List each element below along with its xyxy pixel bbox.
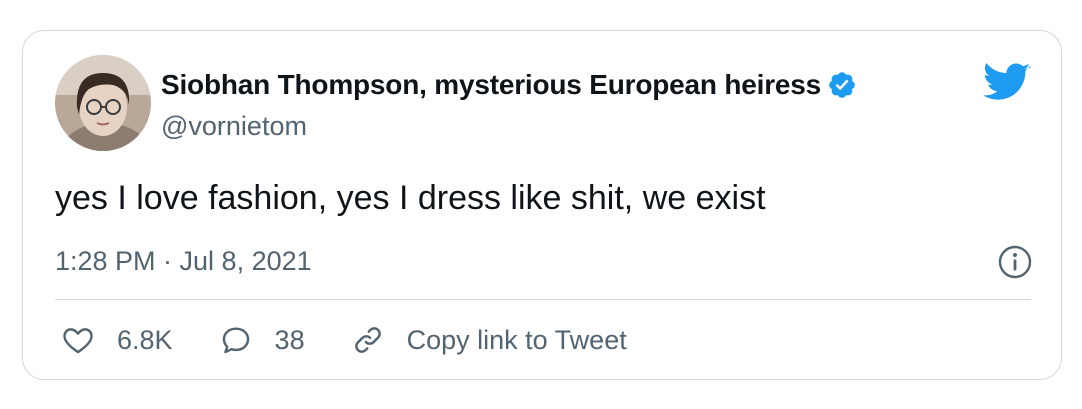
twitter-bird-icon[interactable]: [983, 63, 1031, 103]
info-icon[interactable]: [997, 244, 1033, 280]
verified-badge-icon: [827, 70, 857, 100]
avatar[interactable]: [55, 55, 151, 151]
display-name[interactable]: Siobhan Thompson, mysterious European he…: [161, 69, 821, 101]
link-icon: [354, 327, 381, 353]
tweet-card: Siobhan Thompson, mysterious European he…: [22, 30, 1062, 380]
divider: [55, 299, 1031, 300]
tweet-text: yes I love fashion, yes I dress like shi…: [55, 179, 766, 217]
author-handle[interactable]: @vornietom: [161, 111, 307, 142]
author-name-row[interactable]: Siobhan Thompson, mysterious European he…: [161, 69, 857, 101]
like-count: 6.8K: [117, 324, 173, 355]
tweet-timestamp[interactable]: 1:28 PM · Jul 8, 2021: [55, 246, 312, 277]
heart-icon: [63, 328, 93, 354]
copy-link-label: Copy link to Tweet: [406, 324, 627, 355]
reply-button[interactable]: 38: [219, 323, 305, 357]
profile-photo-icon: [55, 55, 151, 151]
action-bar: 6.8K 38 Copy link to Tweet: [61, 323, 673, 357]
like-button[interactable]: 6.8K: [61, 323, 173, 357]
speech-bubble-icon: [222, 327, 249, 354]
copy-link-button[interactable]: Copy link to Tweet: [351, 323, 627, 357]
reply-count: 38: [274, 324, 305, 355]
